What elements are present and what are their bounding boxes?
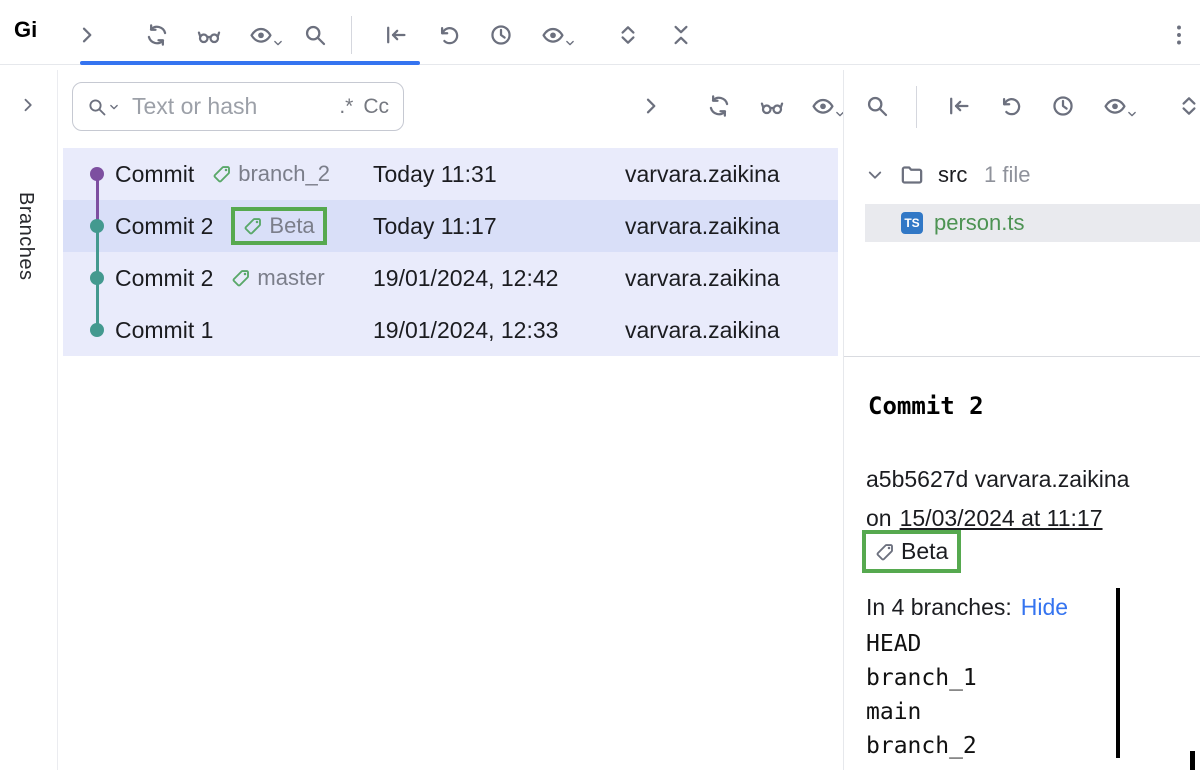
graph-node-icon	[90, 323, 104, 337]
tag-icon	[875, 542, 895, 562]
typescript-file-icon: TS	[901, 212, 923, 234]
details-divider	[844, 356, 1200, 357]
graph-node-icon	[90, 219, 104, 233]
collapse-all-icon[interactable]	[666, 20, 696, 50]
history-clock-icon[interactable]	[486, 20, 516, 50]
search-with-history-icon[interactable]	[87, 97, 120, 117]
toolbar-separator	[351, 16, 352, 54]
hide-link[interactable]: Hide	[1021, 594, 1068, 620]
branch-list-scrollbar[interactable]	[1116, 588, 1120, 758]
file-count: 1 file	[984, 162, 1030, 188]
commit-row-selected[interactable]: Commit 2 Beta Today 11:17 varvara.zaikin…	[63, 200, 838, 252]
branch-tag: branch_2	[212, 161, 330, 187]
branch-item: HEAD	[866, 627, 977, 661]
panel-divider[interactable]	[843, 70, 844, 770]
tag-label: Beta	[901, 538, 948, 565]
toolbar-separator	[916, 86, 917, 128]
commit-message: Commit 1	[115, 317, 213, 344]
log-refresh-icon[interactable]	[704, 91, 734, 121]
tool-window-title: Gi	[14, 17, 37, 43]
details-go-to-hash-icon[interactable]	[944, 91, 974, 121]
changed-file-row[interactable]: TS person.ts	[865, 204, 1200, 242]
branch-item: branch_1	[866, 661, 977, 695]
commit-date: 19/01/2024, 12:33	[373, 317, 558, 344]
commit-date-value: 15/03/2024 at 11:17	[900, 505, 1103, 531]
log-intellisort-glasses-icon[interactable]	[757, 91, 787, 121]
details-expand-icon[interactable]	[1174, 91, 1200, 121]
commit-message: Commit 2	[115, 265, 213, 292]
commit-date: Today 11:31	[373, 161, 497, 188]
commit-hash-author: a5b5627d varvara.zaikina	[866, 466, 1129, 493]
commit-row[interactable]: Commit 1 19/01/2024, 12:33 varvara.zaiki…	[63, 304, 838, 356]
go-to-hash-icon[interactable]	[381, 20, 411, 50]
folder-name[interactable]: src	[938, 162, 967, 188]
commit-row[interactable]: Commit branch_2 Today 11:31 varvara.zaik…	[63, 148, 838, 200]
branch-tag: Beta	[243, 213, 314, 239]
search-input[interactable]	[130, 92, 329, 121]
log-search-field[interactable]: .* Cc	[72, 82, 404, 131]
refresh-icon[interactable]	[142, 20, 172, 50]
commit-message: Commit 2	[115, 213, 213, 240]
log-preview-eye-icon[interactable]	[808, 91, 838, 121]
ide-window: { "app": { "window_label": "Gi", "stripe…	[0, 0, 1200, 770]
tree-collapse-chevron-icon[interactable]	[862, 162, 888, 188]
branch-item: main	[866, 695, 977, 729]
commit-date: 19/01/2024, 12:42	[373, 265, 558, 292]
commit-author: varvara.zaikina	[625, 265, 780, 292]
commit-date: Today 11:17	[373, 213, 497, 240]
match-case-toggle[interactable]: Cc	[363, 95, 389, 119]
details-preview-eye-icon[interactable]	[1100, 91, 1130, 121]
commit-message: Commit	[115, 161, 194, 188]
log-search-icon[interactable]	[862, 91, 892, 121]
branch-list: HEAD branch_1 main branch_2	[866, 627, 977, 763]
log-show-more-chevron-icon[interactable]	[636, 91, 666, 121]
graph-node-icon	[90, 271, 104, 285]
commit-author: varvara.zaikina	[625, 317, 780, 344]
regex-toggle[interactable]: .*	[339, 95, 353, 119]
commit-list: Commit branch_2 Today 11:31 varvara.zaik…	[63, 148, 838, 356]
commit-author: varvara.zaikina	[625, 161, 780, 188]
preview-diff-eye-icon[interactable]	[538, 20, 568, 50]
revert-icon[interactable]	[434, 20, 464, 50]
highlight-box: Beta	[231, 207, 326, 245]
highlight-box: Beta	[862, 530, 961, 573]
details-history-clock-icon[interactable]	[1048, 91, 1078, 121]
tab-branches[interactable]: Branches	[14, 192, 37, 281]
search-icon[interactable]	[300, 20, 330, 50]
top-toolbar: Gi	[0, 0, 1200, 64]
commit-details-title: Commit 2	[868, 392, 984, 420]
commit-author: varvara.zaikina	[625, 213, 780, 240]
in-branches-line: In 4 branches:Hide	[866, 594, 1068, 621]
left-tool-stripe: Branches	[0, 70, 58, 770]
commit-row[interactable]: Commit 2 master 19/01/2024, 12:42 varvar…	[63, 252, 838, 304]
more-options-icon[interactable]	[1164, 20, 1194, 50]
stripe-chevron-icon[interactable]	[13, 90, 43, 120]
tag-label: Beta	[269, 213, 314, 239]
intellisort-glasses-icon[interactable]	[194, 20, 224, 50]
panel-scrollbar[interactable]	[1190, 751, 1195, 770]
file-name[interactable]: person.ts	[934, 210, 1025, 236]
tag-label: branch_2	[238, 161, 330, 187]
branch-item: branch_2	[866, 729, 977, 763]
graph-node-icon	[90, 167, 104, 181]
commit-date-line: on15/03/2024 at 11:17	[866, 505, 1103, 532]
active-tab-indicator	[80, 61, 420, 65]
tag-label: master	[257, 265, 324, 291]
branch-tag: master	[231, 265, 324, 291]
preview-eye-icon[interactable]	[246, 20, 276, 50]
show-more-chevron-icon[interactable]	[72, 20, 102, 50]
expand-all-icon[interactable]	[613, 20, 643, 50]
folder-icon	[898, 161, 926, 189]
details-revert-icon[interactable]	[996, 91, 1026, 121]
